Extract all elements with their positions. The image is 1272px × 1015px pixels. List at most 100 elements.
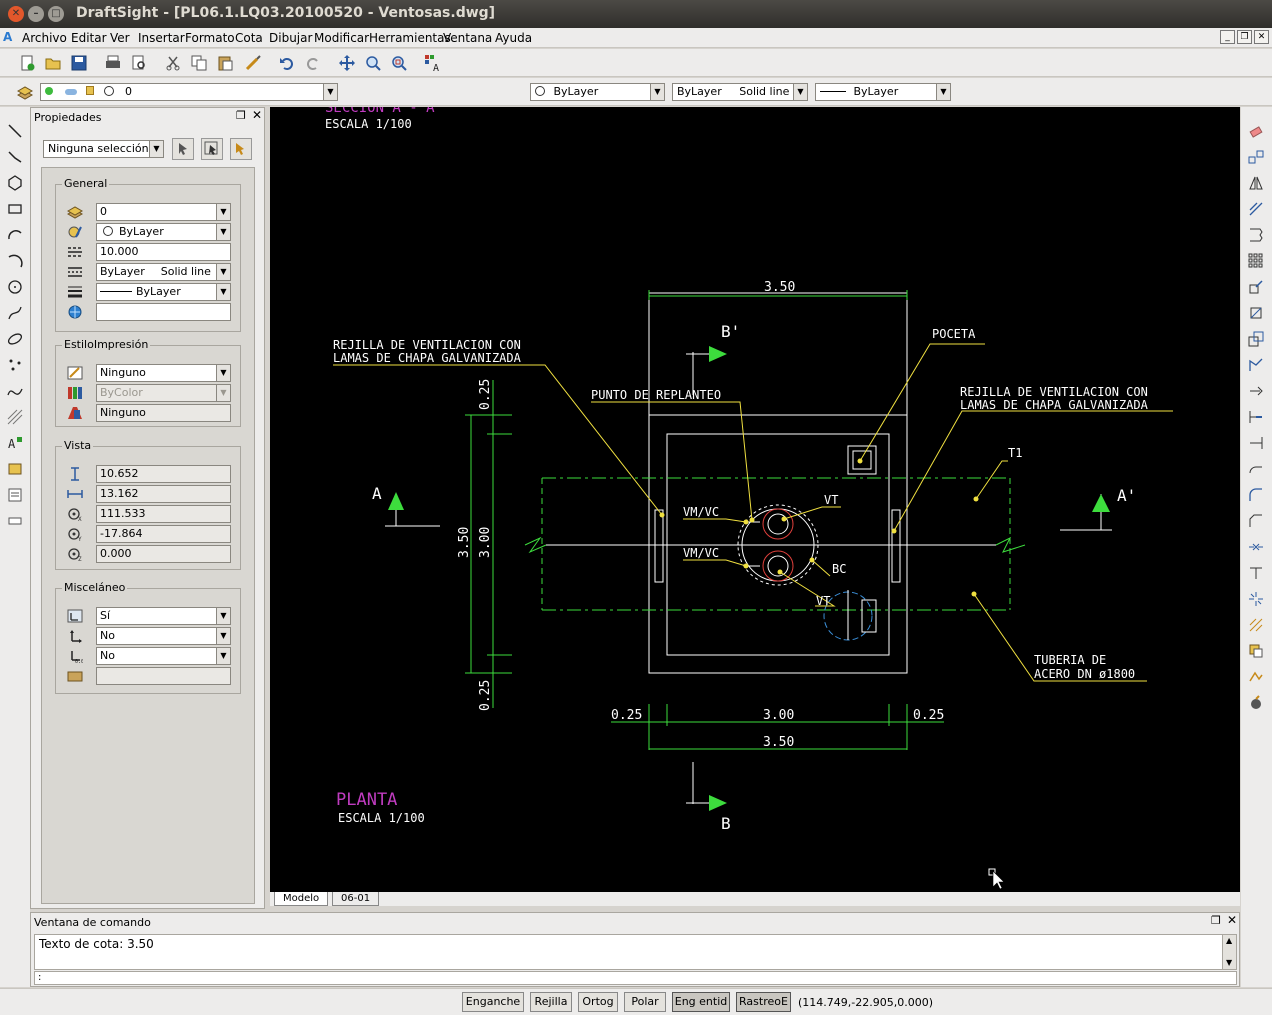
lineweight-dropdown[interactable]: ByLayer ▼ [815, 83, 951, 101]
ellipse-icon[interactable] [5, 329, 25, 349]
fillet-icon[interactable] [1246, 485, 1266, 505]
polygon-icon[interactable] [5, 173, 25, 193]
drawing-canvas[interactable]: SECCION A - A ESCALA 1/100 REJILLA DE VE… [270, 107, 1240, 892]
extend-icon[interactable] [1246, 433, 1266, 453]
chevron-down-icon[interactable]: ▼ [323, 84, 337, 100]
panel-close-icon[interactable]: ✕ [1227, 913, 1237, 927]
trim-icon[interactable] [1246, 407, 1266, 427]
curve-icon[interactable] [5, 381, 25, 401]
edit-block-icon[interactable] [1246, 641, 1266, 661]
circle-icon[interactable] [5, 277, 25, 297]
line-icon[interactable] [5, 121, 25, 141]
polar-toggle[interactable]: Polar [624, 992, 666, 1012]
scroll-up-icon[interactable]: ▲ [1226, 936, 1232, 945]
pan-icon[interactable] [336, 52, 358, 74]
chevron-down-icon[interactable]: ▼ [650, 84, 664, 100]
linestyle-dropdown[interactable]: ByLayer Solid line ▼ [672, 83, 808, 101]
open-file-icon[interactable] [42, 52, 64, 74]
align-icon[interactable] [1246, 563, 1266, 583]
print-icon[interactable] [102, 52, 124, 74]
close-window-button[interactable]: ✕ [8, 6, 24, 22]
copy-entity-icon[interactable] [1246, 147, 1266, 167]
chevron-down-icon[interactable]: ▼ [216, 204, 230, 220]
menu-ver[interactable]: Ver [110, 31, 130, 45]
edit-polyline-icon[interactable] [1246, 667, 1266, 687]
insert-text-icon[interactable]: A [5, 433, 25, 453]
menu-formato[interactable]: Formato [185, 31, 235, 45]
grid-toggle[interactable]: Rejilla [530, 992, 572, 1012]
color-dropdown[interactable]: ByLayer ▼ [530, 83, 665, 101]
undo-icon[interactable] [276, 52, 298, 74]
explode-icon[interactable] [1246, 589, 1266, 609]
general-hyperlink-field[interactable] [96, 303, 231, 321]
polyline-icon[interactable] [5, 147, 25, 167]
scroll-down-icon[interactable]: ▼ [1226, 958, 1232, 967]
mdi-close-button[interactable]: ✕ [1254, 30, 1269, 44]
mdi-minimize-button[interactable]: _ [1220, 30, 1235, 44]
layer-manager-icon[interactable] [14, 81, 36, 103]
quick-select-button[interactable] [201, 138, 223, 160]
rotate-icon[interactable] [1246, 303, 1266, 323]
chevron-down-icon[interactable]: ▼ [216, 284, 230, 300]
chamfer-icon[interactable] [1246, 511, 1266, 531]
chevron-down-icon[interactable]: ▼ [216, 365, 230, 381]
general-scale-field[interactable]: 10.000 [96, 243, 231, 261]
chevron-down-icon[interactable]: ▼ [149, 141, 163, 157]
simple-note-icon[interactable] [5, 511, 25, 531]
zoom-window-icon[interactable] [388, 52, 410, 74]
chevron-down-icon[interactable]: ▼ [936, 84, 950, 100]
redo-icon[interactable] [302, 52, 324, 74]
command-scrollbar[interactable]: ▲ ▼ [1222, 934, 1237, 970]
command-input[interactable]: : [34, 971, 1237, 985]
chevron-down-icon[interactable]: ▼ [216, 628, 230, 644]
misc-ucs-origin-field[interactable]: No ▼ [96, 627, 231, 645]
paste-icon[interactable] [214, 52, 236, 74]
drawing-svg[interactable]: SECCION A - A ESCALA 1/100 REJILLA DE VE… [270, 107, 1240, 892]
panel-close-icon[interactable]: ✕ [252, 108, 262, 122]
print-preview-icon[interactable] [128, 52, 150, 74]
panel-float-icon[interactable]: ❐ [1211, 914, 1221, 927]
selection-dropdown[interactable]: Ninguna selección ▼ [43, 140, 164, 158]
entity-track-toggle[interactable]: RastreoE [736, 992, 791, 1012]
rectangle-icon[interactable] [5, 199, 25, 219]
break-icon[interactable] [1246, 459, 1266, 479]
erase-icon[interactable] [1246, 121, 1266, 141]
hatch-icon[interactable] [5, 407, 25, 427]
menu-insertar[interactable]: Insertar [138, 31, 185, 45]
mirror-icon[interactable] [1246, 173, 1266, 193]
menu-editar[interactable]: Editar [71, 31, 107, 45]
menu-ventana[interactable]: Ventana [443, 31, 492, 45]
menu-herramientas[interactable]: Herramientas [369, 31, 451, 45]
general-lineweight-field[interactable]: ByLayer ▼ [96, 283, 231, 301]
chevron-down-icon[interactable]: ▼ [216, 224, 230, 240]
layer-dropdown[interactable]: 0 ▼ [40, 83, 338, 101]
chevron-down-icon[interactable]: ▼ [216, 648, 230, 664]
general-color-field[interactable]: ByLayer ▼ [96, 223, 231, 241]
maximize-window-button[interactable]: □ [48, 6, 64, 22]
chevron-down-icon[interactable]: ▼ [793, 84, 807, 100]
general-linestyle-field[interactable]: ByLayer Solid line ▼ [96, 263, 231, 281]
menu-modificar[interactable]: Modificar [314, 31, 369, 45]
block-icon[interactable] [5, 459, 25, 479]
menu-cota[interactable]: Cota [235, 31, 263, 45]
entity-snap-toggle[interactable]: Eng entid [672, 992, 730, 1012]
minimize-window-button[interactable]: – [28, 6, 44, 22]
menu-ayuda[interactable]: Ayuda [495, 31, 532, 45]
edit-spline-icon[interactable] [1246, 693, 1266, 713]
text-style-icon[interactable]: A [422, 52, 444, 74]
note-icon[interactable] [5, 485, 25, 505]
copy-icon[interactable] [188, 52, 210, 74]
chevron-down-icon[interactable]: ▼ [216, 264, 230, 280]
chevron-down-icon[interactable]: ▼ [216, 608, 230, 624]
misc-ucs-viewport-field[interactable]: No ▼ [96, 647, 231, 665]
point-icon[interactable] [5, 355, 25, 375]
spline-icon[interactable] [5, 303, 25, 323]
ortho-toggle[interactable]: Ortog [578, 992, 618, 1012]
save-icon[interactable] [68, 52, 90, 74]
misc-ucs-icon-field[interactable]: Sí ▼ [96, 607, 231, 625]
general-layer-field[interactable]: 0 ▼ [96, 203, 231, 221]
zoom-icon[interactable] [362, 52, 384, 74]
panel-float-icon[interactable]: ❐ [236, 109, 246, 122]
snap-toggle[interactable]: Enganche [462, 992, 524, 1012]
mdi-restore-button[interactable]: ❐ [1237, 30, 1252, 44]
